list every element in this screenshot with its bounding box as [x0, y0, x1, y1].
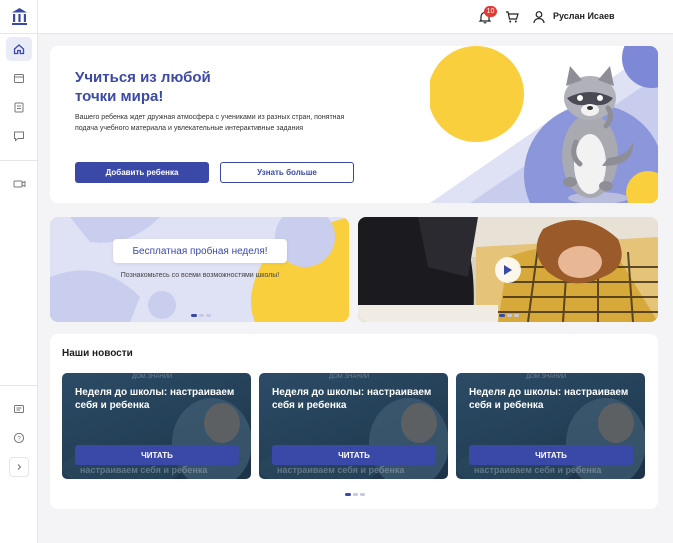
- user-name[interactable]: Руслан Исаев: [553, 11, 615, 21]
- news-card[interactable]: ДОМ ЗНАНИЙ Неделя до школы: настраиваем …: [62, 373, 251, 479]
- news-card-title: Неделя до школы: настраиваем себя и ребе…: [75, 387, 235, 411]
- promo-carousel-dots[interactable]: [191, 314, 211, 317]
- add-child-button[interactable]: Добавить ребенка: [75, 162, 209, 183]
- news-card-title: Неделя до школы: настраиваем себя и ребе…: [272, 387, 432, 411]
- news-heading: Наши новости: [62, 348, 133, 359]
- id-card-icon: [13, 403, 25, 415]
- svg-text:?: ?: [17, 435, 21, 442]
- school-logo-icon[interactable]: [10, 7, 29, 26]
- trial-week-banner[interactable]: Бесплатная пробная неделя! Познакомьтесь…: [50, 217, 349, 322]
- sidebar-item-tasks[interactable]: [6, 95, 32, 119]
- carousel-dot[interactable]: [191, 314, 197, 317]
- news-card[interactable]: ДОМ ЗНАНИЙ Неделя до школы: настраиваем …: [259, 373, 448, 479]
- chat-icon: [13, 130, 25, 142]
- sidebar: ?: [0, 0, 38, 543]
- play-icon: [503, 264, 513, 276]
- clipboard-icon: [13, 101, 25, 113]
- promo-subtitle: Познакомьтесь со всеми возможностями шко…: [120, 272, 280, 279]
- news-section: Наши новости ДОМ ЗНАНИЙ Неделя до школы:…: [50, 334, 658, 509]
- sidebar-item-help[interactable]: ?: [6, 426, 32, 450]
- carousel-dot[interactable]: [206, 314, 211, 317]
- calendar-icon: [13, 72, 25, 84]
- news-card[interactable]: ДОМ ЗНАНИЙ Неделя до школы: настраиваем …: [456, 373, 645, 479]
- cart-button[interactable]: [503, 8, 521, 26]
- read-button[interactable]: ЧИТАТЬ: [272, 445, 436, 465]
- news-carousel-dots[interactable]: [345, 493, 365, 496]
- news-card-ghost-text: настраиваем себя и ребенка: [474, 465, 602, 475]
- carousel-dot[interactable]: [199, 314, 204, 317]
- carousel-dot[interactable]: [353, 493, 358, 496]
- carousel-dot[interactable]: [360, 493, 365, 496]
- sidebar-item-profile-card[interactable]: [6, 397, 32, 421]
- sidebar-divider: [0, 33, 38, 34]
- help-icon: ?: [13, 432, 25, 444]
- notifications-badge: 10: [484, 6, 497, 17]
- read-button[interactable]: ЧИТАТЬ: [75, 445, 239, 465]
- hero-title-line: точки мира!: [75, 88, 164, 105]
- video-banner[interactable]: [358, 217, 658, 322]
- sidebar-item-home[interactable]: [6, 37, 32, 61]
- hero-description: Вашего ребенка ждет дружная атмосфера с …: [75, 114, 345, 132]
- carousel-dot[interactable]: [514, 314, 519, 317]
- sidebar-item-calendar[interactable]: [6, 66, 32, 90]
- promo-title: Бесплатная пробная неделя!: [113, 239, 287, 263]
- news-card-watermark: ДОМ ЗНАНИЙ: [132, 374, 173, 380]
- learn-more-button[interactable]: Узнать больше: [220, 162, 354, 183]
- carousel-dot[interactable]: [507, 314, 512, 317]
- carousel-dot[interactable]: [499, 314, 505, 317]
- hero-title: Учиться из любой точки мира!: [75, 68, 245, 106]
- news-card-ghost-text: настраиваем себя и ребенка: [277, 465, 405, 475]
- video-carousel-dots[interactable]: [499, 314, 519, 317]
- user-menu[interactable]: [532, 9, 546, 25]
- news-card-watermark: ДОМ ЗНАНИЙ: [526, 374, 567, 380]
- expand-chevron-icon: [15, 463, 23, 471]
- sidebar-item-video[interactable]: [6, 172, 32, 196]
- user-icon: [532, 9, 546, 25]
- hero-title-line: Учиться из любой: [75, 69, 211, 86]
- raccoon-mascot-illustration: [430, 46, 658, 203]
- sidebar-expand-button[interactable]: [9, 457, 29, 477]
- sidebar-item-chat[interactable]: [6, 124, 32, 148]
- sidebar-divider: [0, 385, 38, 386]
- cart-icon: [503, 8, 521, 26]
- carousel-dot[interactable]: [345, 493, 351, 496]
- sidebar-divider: [0, 160, 38, 161]
- play-video-button[interactable]: [495, 257, 521, 283]
- home-icon: [13, 43, 25, 55]
- news-card-title: Неделя до школы: настраиваем себя и ребе…: [469, 387, 629, 411]
- read-button[interactable]: ЧИТАТЬ: [469, 445, 633, 465]
- video-icon: [13, 178, 26, 190]
- news-card-watermark: ДОМ ЗНАНИЙ: [329, 374, 370, 380]
- news-card-ghost-text: настраиваем себя и ребенка: [80, 465, 208, 475]
- hero-banner: Учиться из любой точки мира! Вашего ребе…: [50, 46, 658, 203]
